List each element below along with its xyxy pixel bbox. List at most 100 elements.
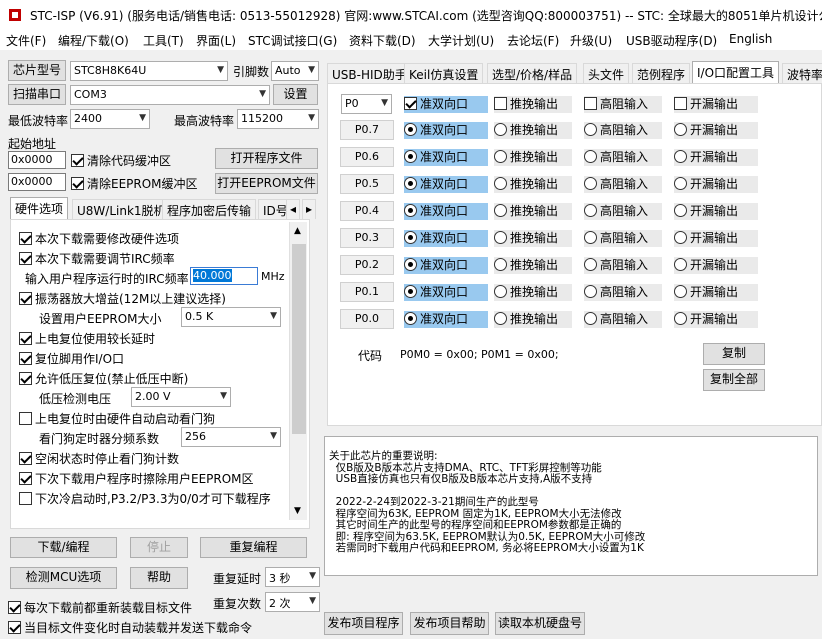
scroll-down-icon[interactable]: ▼ <box>294 506 301 516</box>
tab-usb-hid[interactable]: USB-HID助手 <box>327 63 412 83</box>
pin-quasi-bidir-radio[interactable]: 准双向口 <box>404 149 488 166</box>
settings-button[interactable]: 设置 <box>273 84 318 105</box>
scrollbar-thumb[interactable] <box>292 244 306 434</box>
pin-open-drain-radio[interactable]: 开漏输出 <box>674 149 758 166</box>
tab-encrypted-transfer[interactable]: 程序加密后传输 <box>162 199 257 219</box>
tab-scroll-right-icon[interactable]: ▸ <box>302 199 317 219</box>
hw-option-cold-boot[interactable]: 下次冷启动时,P3.2/P3.3为0/0才可下载程序 <box>19 490 271 507</box>
repeat-program-button[interactable]: 重复编程 <box>200 537 307 558</box>
menu-upgrade[interactable]: 升级(U) <box>570 32 612 49</box>
serial-port-select[interactable]: COM3 ▼ <box>70 85 270 105</box>
clear-code-checkbox[interactable]: 清除代码缓冲区 <box>71 152 171 169</box>
hw-option-watchdog[interactable]: 上电复位时由硬件自动启动看门狗 <box>19 410 215 427</box>
reload-before-download-checkbox[interactable]: 每次下载前都重新装载目标文件 <box>8 599 192 616</box>
open-eeprom-file-button[interactable]: 打开EEPROM文件 <box>215 173 318 194</box>
hw-option-reset-io[interactable]: 复位脚用作I/O口 <box>19 350 124 367</box>
pin-push-pull-radio[interactable]: 推挽输出 <box>494 149 572 166</box>
pin-push-pull-radio[interactable]: 推挽输出 <box>494 176 572 193</box>
chip-model-select[interactable]: STC8H8K64U ▼ <box>70 61 228 81</box>
detect-mcu-button[interactable]: 检测MCU选项 <box>10 567 117 589</box>
menu-docs[interactable]: 资料下载(D) <box>349 32 416 49</box>
pin-push-pull-radio[interactable]: 推挽输出 <box>494 284 572 301</box>
pin-high-impedance-radio[interactable]: 高阻输入 <box>584 149 662 166</box>
max-baud-select[interactable]: 115200 ▼ <box>237 109 319 129</box>
auto-send-checkbox[interactable]: 当目标文件变化时自动装载并发送下载命令 <box>8 619 252 636</box>
tab-scroll-left-icon[interactable]: ◂ <box>286 199 301 219</box>
pin-quasi-bidir-radio[interactable]: 准双向口 <box>404 230 488 247</box>
pin-count-select[interactable]: Auto ▼ <box>271 61 319 81</box>
menu-university[interactable]: 大学计划(U) <box>428 32 494 49</box>
pin-open-drain-radio[interactable]: 开漏输出 <box>674 284 758 301</box>
port-high-impedance-checkbox[interactable]: 高阻输入 <box>584 96 662 113</box>
hw-option-long-delay[interactable]: 上电复位使用较长延时 <box>19 330 155 347</box>
copy-button[interactable]: 复制 <box>703 343 765 365</box>
menu-forum[interactable]: 去论坛(F) <box>507 32 559 49</box>
pin-push-pull-radio[interactable]: 推挽输出 <box>494 203 572 220</box>
min-baud-select[interactable]: 2400 ▼ <box>70 109 150 129</box>
port-open-drain-checkbox[interactable]: 开漏输出 <box>674 96 758 113</box>
pin-quasi-bidir-radio[interactable]: 准双向口 <box>404 311 488 328</box>
pin-high-impedance-radio[interactable]: 高阻输入 <box>584 122 662 139</box>
eeprom-size-select[interactable]: 0.5 K ▼ <box>181 307 281 327</box>
pin-push-pull-radio[interactable]: 推挽输出 <box>494 122 572 139</box>
copy-all-button[interactable]: 复制全部 <box>703 369 765 391</box>
download-program-button[interactable]: 下载/编程 <box>10 537 117 558</box>
pin-quasi-bidir-radio[interactable]: 准双向口 <box>404 122 488 139</box>
tab-selection-price[interactable]: 选型/价格/样品 <box>487 63 578 83</box>
tab-baud[interactable]: 波特率 <box>782 63 822 83</box>
repeat-count-select[interactable]: 2 次 ▼ <box>265 592 320 612</box>
tab-examples[interactable]: 范例程序 <box>632 63 691 83</box>
tab-io-config[interactable]: I/O口配置工具 <box>692 61 780 83</box>
pin-push-pull-radio[interactable]: 推挽输出 <box>494 311 572 328</box>
menu-interface[interactable]: 界面(L) <box>196 32 236 49</box>
pin-high-impedance-radio[interactable]: 高阻输入 <box>584 176 662 193</box>
irc-frequency-input[interactable]: 40.000 <box>190 267 258 285</box>
menu-usb-driver[interactable]: USB驱动程序(D) <box>626 32 717 49</box>
open-program-file-button[interactable]: 打开程序文件 <box>215 148 318 169</box>
pin-quasi-bidir-radio[interactable]: 准双向口 <box>404 257 488 274</box>
low-voltage-select[interactable]: 2.00 V ▼ <box>131 387 231 407</box>
pin-open-drain-radio[interactable]: 开漏输出 <box>674 176 758 193</box>
pin-quasi-bidir-radio[interactable]: 准双向口 <box>404 203 488 220</box>
scroll-up-icon[interactable]: ▲ <box>294 226 301 236</box>
pin-push-pull-radio[interactable]: 推挽输出 <box>494 257 572 274</box>
pin-quasi-bidir-radio[interactable]: 准双向口 <box>404 176 488 193</box>
scan-port-button[interactable]: 扫描串口 <box>8 84 66 105</box>
pin-open-drain-radio[interactable]: 开漏输出 <box>674 257 758 274</box>
pin-high-impedance-radio[interactable]: 高阻输入 <box>584 203 662 220</box>
pin-high-impedance-radio[interactable]: 高阻输入 <box>584 284 662 301</box>
pin-high-impedance-radio[interactable]: 高阻输入 <box>584 257 662 274</box>
repeat-delay-select[interactable]: 3 秒 ▼ <box>265 567 320 587</box>
menu-file[interactable]: 文件(F) <box>6 32 46 49</box>
publish-help-button[interactable]: 发布项目帮助 <box>410 612 489 635</box>
hw-option-gain[interactable]: 振荡器放大增益(12M以上建议选择) <box>19 290 226 307</box>
pin-open-drain-radio[interactable]: 开漏输出 <box>674 311 758 328</box>
menu-english[interactable]: English <box>729 32 772 46</box>
clear-eeprom-checkbox[interactable]: 清除EEPROM缓冲区 <box>71 175 198 192</box>
watchdog-divider-select[interactable]: 256 ▼ <box>181 427 281 447</box>
pin-high-impedance-radio[interactable]: 高阻输入 <box>584 311 662 328</box>
hw-option-idle-watchdog[interactable]: 空闲状态时停止看门狗计数 <box>19 450 179 467</box>
pin-open-drain-radio[interactable]: 开漏输出 <box>674 203 758 220</box>
pin-push-pull-radio[interactable]: 推挽输出 <box>494 230 572 247</box>
read-disk-id-button[interactable]: 读取本机硬盘号 <box>495 612 585 635</box>
hw-option-low-voltage-reset[interactable]: 允许低压复位(禁止低压中断) <box>19 370 188 387</box>
hw-option-erase-eeprom[interactable]: 下次下载用户程序时擦除用户EEPROM区 <box>19 470 254 487</box>
hw-option-irc[interactable]: 本次下载需要调节IRC频率 <box>19 250 175 267</box>
hw-options-scrollbar[interactable]: ▲ ▼ <box>289 222 307 520</box>
eeprom-start-address-input[interactable]: 0x0000 <box>8 173 66 191</box>
tab-hardware-options[interactable]: 硬件选项 <box>10 197 69 219</box>
hw-option-modify[interactable]: 本次下载需要修改硬件选项 <box>19 230 179 247</box>
tab-keil-emulation[interactable]: Keil仿真设置 <box>404 63 484 83</box>
pin-open-drain-radio[interactable]: 开漏输出 <box>674 122 758 139</box>
pin-open-drain-radio[interactable]: 开漏输出 <box>674 230 758 247</box>
menu-program[interactable]: 编程/下载(O) <box>58 32 129 49</box>
pin-quasi-bidir-radio[interactable]: 准双向口 <box>404 284 488 301</box>
help-button[interactable]: 帮助 <box>130 567 188 589</box>
code-start-address-input[interactable]: 0x0000 <box>8 151 66 169</box>
stop-button[interactable]: 停止 <box>130 537 188 558</box>
menu-tools[interactable]: 工具(T) <box>143 32 184 49</box>
menu-debug[interactable]: STC调试接口(G) <box>248 32 337 49</box>
port-quasi-bidir-checkbox[interactable]: 准双向口 <box>404 96 488 113</box>
port-push-pull-checkbox[interactable]: 推挽输出 <box>494 96 572 113</box>
